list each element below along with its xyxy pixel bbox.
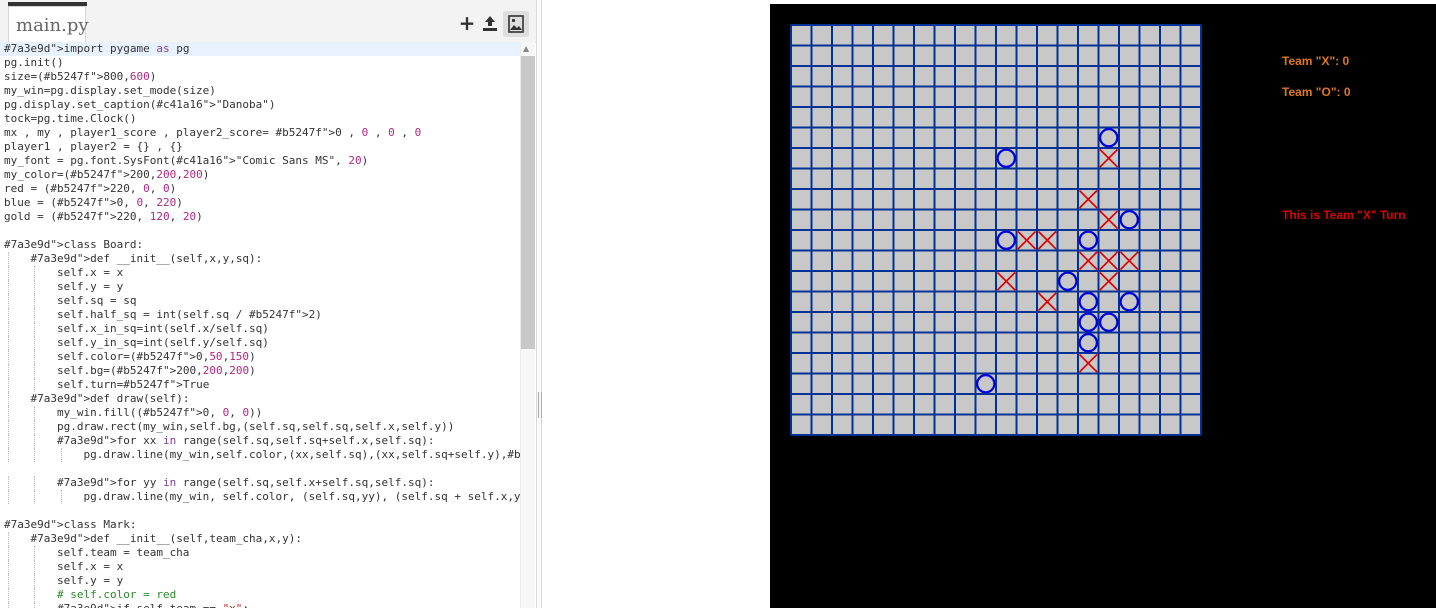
code-line[interactable]: pg.init() bbox=[4, 56, 520, 70]
code-line[interactable]: my_color=(#b5247f">200,200,200) bbox=[4, 168, 520, 182]
code-line[interactable]: self.half_sq = int(self.sq / #b5247f">2) bbox=[4, 308, 520, 322]
code-line[interactable]: self.bg=(#b5247f">200,200,200) bbox=[4, 364, 520, 378]
code-line[interactable]: pg.display.set_caption(#c41a16">"Danoba"… bbox=[4, 98, 520, 112]
code-line[interactable]: self.color=(#b5247f">0,50,150) bbox=[4, 350, 520, 364]
team-x-score: Team "X": 0 bbox=[1282, 54, 1350, 68]
code-line[interactable]: #7a3e9d">class Board: bbox=[4, 238, 520, 252]
scroll-up-icon[interactable]: ▲ bbox=[523, 44, 529, 53]
code-line[interactable]: size=(#b5247f">800,600) bbox=[4, 70, 520, 84]
editor-tab-bar: main.py + bbox=[0, 0, 536, 43]
code-line[interactable]: self.y = y bbox=[4, 574, 520, 588]
code-line[interactable]: self.sq = sq bbox=[4, 294, 520, 308]
code-line[interactable]: self.turn=#b5247f">True bbox=[4, 378, 520, 392]
code-line[interactable]: #7a3e9d">def __init__(self,team_cha,x,y)… bbox=[4, 532, 520, 546]
code-line[interactable]: self.y = y bbox=[4, 280, 520, 294]
code-line[interactable]: blue = (#b5247f">0, 0, 220) bbox=[4, 196, 520, 210]
code-line[interactable]: #7a3e9d">def draw(self): bbox=[4, 392, 520, 406]
editor-scrollbar[interactable]: ▲ bbox=[520, 42, 535, 608]
image-icon[interactable] bbox=[503, 11, 529, 37]
code-line[interactable]: gold = (#b5247f">220, 120, 20) bbox=[4, 210, 520, 224]
code-line[interactable] bbox=[4, 462, 520, 476]
code-line[interactable]: #7a3e9d">if self.team == "x": bbox=[4, 602, 520, 608]
code-line[interactable]: my_win=pg.display.set_mode(size) bbox=[4, 84, 520, 98]
code-line[interactable]: pg.draw.line(my_win, self.color, (self.s… bbox=[4, 490, 520, 504]
game-board[interactable] bbox=[770, 4, 1210, 444]
code-line[interactable]: #7a3e9d">for xx in range(self.sq,self.sq… bbox=[4, 434, 520, 448]
file-tab-label: main.py bbox=[16, 15, 89, 36]
code-lines: #7a3e9d">import pygame as pg pg.init() siz… bbox=[4, 42, 520, 608]
code-line[interactable]: self.x = x bbox=[4, 560, 520, 574]
code-line[interactable]: tock=pg.time.Clock() bbox=[4, 112, 520, 126]
plus-icon[interactable]: + bbox=[458, 13, 476, 33]
code-line[interactable]: mx , my , player1_score , player2_score=… bbox=[4, 126, 520, 140]
code-line[interactable]: self.y_in_sq=int(self.y/self.sq) bbox=[4, 336, 520, 350]
code-line[interactable] bbox=[4, 224, 520, 238]
code-editor: main.py + #7a3e9d">import pygame as pg pg… bbox=[0, 0, 536, 608]
code-line[interactable]: my_win.fill((#b5247f">0, 0, 0)) bbox=[4, 406, 520, 420]
code-line[interactable]: red = (#b5247f">220, 0, 0) bbox=[4, 182, 520, 196]
code-area[interactable]: #7a3e9d">import pygame as pg pg.init() siz… bbox=[0, 42, 520, 608]
code-line[interactable]: player1 , player2 = {} , {} bbox=[4, 140, 520, 154]
team-o-score: Team "O": 0 bbox=[1282, 85, 1351, 99]
code-line[interactable]: self.team = team_cha bbox=[4, 546, 520, 560]
code-line[interactable]: #7a3e9d">for yy in range(self.sq,self.x+… bbox=[4, 476, 520, 490]
code-line[interactable]: pg.draw.line(my_win,self.color,(xx,self.… bbox=[4, 448, 520, 462]
file-tab[interactable]: main.py bbox=[8, 2, 89, 42]
code-line[interactable]: self.x = x bbox=[4, 266, 520, 280]
turn-indicator: This is Team "X" Turn bbox=[1282, 208, 1406, 222]
code-line[interactable]: pg.draw.rect(my_win,self.bg,(self.sq,sel… bbox=[4, 420, 520, 434]
code-line[interactable] bbox=[4, 504, 520, 518]
code-line[interactable]: my_font = pg.font.SysFont(#c41a16">"Comi… bbox=[4, 154, 520, 168]
code-line[interactable]: #7a3e9d">class Mark: bbox=[4, 518, 520, 532]
code-line[interactable]: # self.color = red bbox=[4, 588, 520, 602]
scrollbar-thumb[interactable] bbox=[521, 56, 535, 349]
code-line[interactable]: self.x_in_sq=int(self.x/self.sq) bbox=[4, 322, 520, 336]
blank-pane bbox=[542, 0, 770, 608]
upload-icon[interactable] bbox=[481, 14, 499, 32]
game-window[interactable]: Team "X": 0 Team "O": 0 This is Team "X"… bbox=[770, 4, 1436, 608]
code-line[interactable]: #7a3e9d">import pygame as pg bbox=[4, 42, 520, 56]
code-line[interactable]: #7a3e9d">def __init__(self,x,y,sq): bbox=[4, 252, 520, 266]
